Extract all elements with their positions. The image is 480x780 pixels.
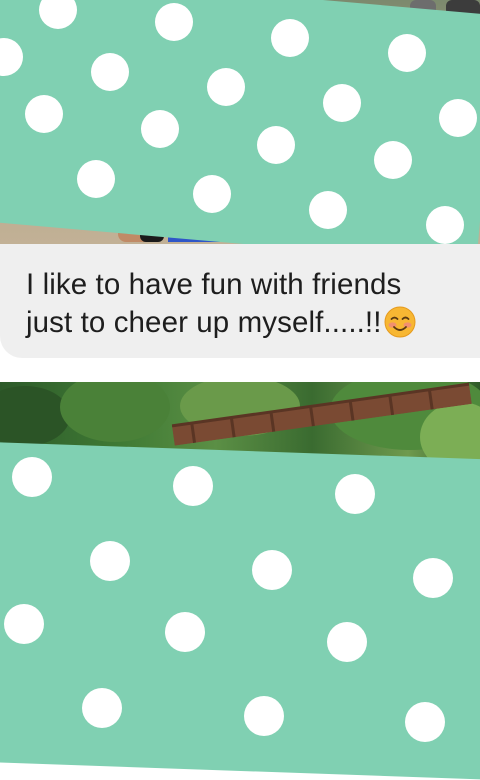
message-bubble[interactable]: I like to have fun with friends just to … [0,244,480,358]
smiling-face-emoji-icon [384,306,416,338]
message-text: I like to have fun with friends just to … [26,266,476,342]
message-line-1: I like to have fun with friends [26,268,402,301]
message-line-2-text: just to cheer up myself.....!! [26,306,382,339]
message-line-2: just to cheer up myself.....!! [26,304,476,342]
